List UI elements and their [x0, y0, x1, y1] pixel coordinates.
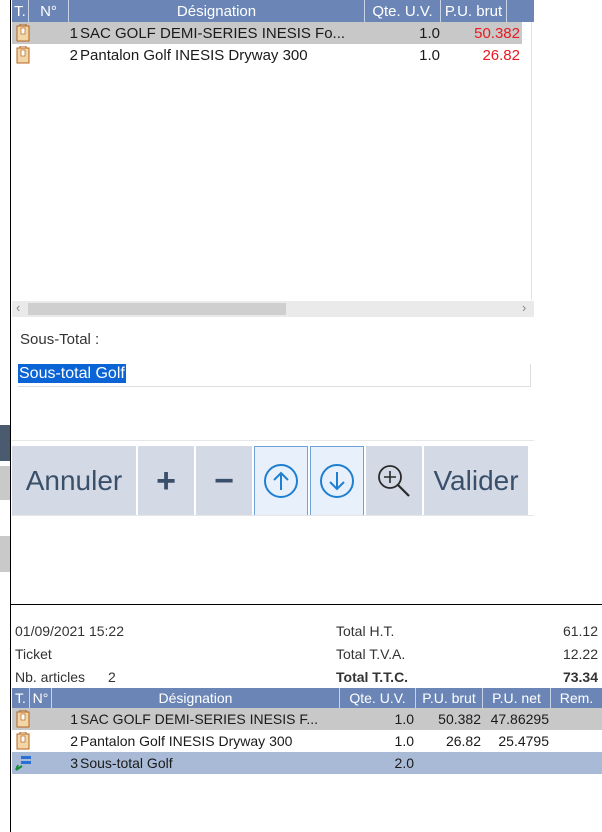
row-rem	[551, 752, 602, 774]
col-designation[interactable]: Désignation	[52, 688, 340, 708]
col-empty	[507, 0, 534, 22]
total-ht-value: 61.12	[562, 623, 598, 639]
row-pu-net: 25.4795	[498, 733, 549, 749]
col-pu-brut[interactable]: P.U. brut	[416, 688, 483, 708]
article-icon	[12, 44, 34, 66]
row-num: 1	[69, 24, 78, 42]
minus-button[interactable]: −	[196, 446, 252, 516]
grid-row[interactable]: 1 SAC GOLF DEMI-SERIES INESIS Fo... 1.0 …	[12, 22, 522, 44]
row-num: 3	[70, 755, 78, 771]
row-pu-brut: 26.82	[482, 46, 520, 64]
zoom-in-icon	[378, 465, 410, 497]
scroll-right-arrow[interactable]: ›	[522, 300, 526, 315]
row-pu-net: 47.86295	[490, 711, 549, 727]
validate-button[interactable]: Valider	[424, 446, 528, 516]
side-tab-dark[interactable]	[0, 425, 10, 461]
nb-articles-value: 2	[108, 669, 116, 685]
col-num[interactable]: N°	[30, 688, 52, 708]
row-designation: Pantalon Golf INESIS Dryway 300	[80, 46, 308, 64]
subtotal-dialog: T. N° Désignation Qte. U.V. P.U. brut 1 …	[12, 0, 534, 600]
grid-row[interactable]: 2 Pantalon Golf INESIS Dryway 300 1.0 26…	[12, 44, 522, 66]
move-up-button[interactable]	[254, 446, 308, 516]
col-num[interactable]: N°	[29, 0, 69, 22]
button-area-border	[12, 440, 534, 441]
row-pu-brut: 50.382	[438, 711, 481, 727]
row-qte: 2.0	[394, 755, 414, 771]
row-pu-brut: 26.82	[445, 733, 481, 749]
total-ttc-label: Total T.T.C.	[336, 669, 409, 685]
row-num: 2	[69, 46, 78, 64]
article-icon	[12, 708, 34, 730]
col-qte[interactable]: Qte. U.V.	[365, 0, 441, 22]
arrow-down-circle-icon	[320, 464, 354, 498]
row-num: 2	[70, 733, 78, 749]
row-designation: Sous-total Golf	[80, 755, 173, 771]
plus-label: +	[156, 461, 176, 500]
nb-articles-label: Nb. articles	[15, 669, 86, 685]
minus-label: −	[214, 461, 234, 500]
grid-right-border	[531, 22, 532, 300]
col-pu-net[interactable]: P.U. net	[483, 688, 551, 708]
row-pu-brut: 50.382	[474, 24, 520, 42]
article-icon	[12, 22, 34, 44]
side-tab-light-2[interactable]	[0, 536, 10, 572]
subtotal-label: Sous-Total :	[20, 331, 100, 348]
col-type[interactable]: T.	[12, 0, 29, 22]
arrow-up-circle-icon	[264, 464, 298, 498]
zoom-button[interactable]	[366, 446, 422, 516]
plus-button[interactable]: +	[138, 446, 194, 516]
total-tva-label: Total T.V.A.	[336, 646, 406, 662]
frame-left-border	[10, 0, 11, 832]
receipt-row[interactable]: 1 SAC GOLF DEMI-SERIES INESIS F... 1.0 5…	[12, 708, 602, 730]
subtotal-input[interactable]: Sous-total Golf	[18, 364, 531, 387]
subtotal-input-text: Sous-total Golf	[18, 364, 126, 383]
row-pu-brut	[416, 752, 483, 774]
row-qte: 1.0	[394, 733, 414, 749]
horizontal-scrollbar[interactable]: ‹ ›	[12, 300, 534, 317]
cancel-label: Annuler	[25, 465, 123, 496]
col-pu-brut[interactable]: P.U. brut	[441, 0, 507, 22]
row-rem	[551, 708, 602, 730]
button-area-bottom-border	[12, 515, 534, 516]
side-tab-light[interactable]	[0, 466, 10, 500]
receipt-row[interactable]: 2 Pantalon Golf INESIS Dryway 300 1.0 26…	[12, 730, 602, 752]
article-icon	[12, 730, 34, 752]
scroll-left-arrow[interactable]: ‹	[16, 300, 20, 315]
total-ht-label: Total H.T.	[336, 623, 395, 639]
row-qte: 1.0	[394, 711, 414, 727]
col-designation[interactable]: Désignation	[69, 0, 365, 22]
row-qte: 1.0	[419, 24, 440, 42]
action-bar: Annuler + − Valider	[12, 446, 534, 516]
total-ttc-value: 73.34	[562, 669, 598, 685]
subtotal-icon	[12, 752, 34, 774]
row-rem	[551, 730, 602, 752]
grid-header: T. N° Désignation Qte. U.V. P.U. brut	[12, 0, 534, 22]
row-num: 1	[70, 711, 78, 727]
cancel-button[interactable]: Annuler	[12, 446, 136, 516]
total-tva-value: 12.22	[562, 646, 598, 662]
ticket-top-border	[10, 604, 602, 605]
scrollbar-thumb[interactable]	[28, 303, 286, 315]
receipt-header: T. N° Désignation Qte. U.V. P.U. brut P.…	[12, 688, 602, 708]
col-rem[interactable]: Rem.	[551, 688, 602, 708]
ticket-datetime: 01/09/2021 15:22	[15, 623, 124, 639]
move-down-button[interactable]	[310, 446, 364, 516]
ticket-type: Ticket	[15, 646, 52, 662]
col-type[interactable]: T.	[12, 688, 30, 708]
row-designation: Pantalon Golf INESIS Dryway 300	[80, 733, 293, 749]
row-designation: SAC GOLF DEMI-SERIES INESIS Fo...	[80, 24, 346, 42]
row-qte: 1.0	[419, 46, 440, 64]
validate-label: Valider	[433, 465, 519, 496]
row-designation: SAC GOLF DEMI-SERIES INESIS F...	[80, 711, 319, 727]
row-pu-net	[483, 752, 551, 774]
col-qte[interactable]: Qte. U.V.	[340, 688, 416, 708]
receipt-row-subtotal[interactable]: 3 Sous-total Golf 2.0	[12, 752, 602, 774]
